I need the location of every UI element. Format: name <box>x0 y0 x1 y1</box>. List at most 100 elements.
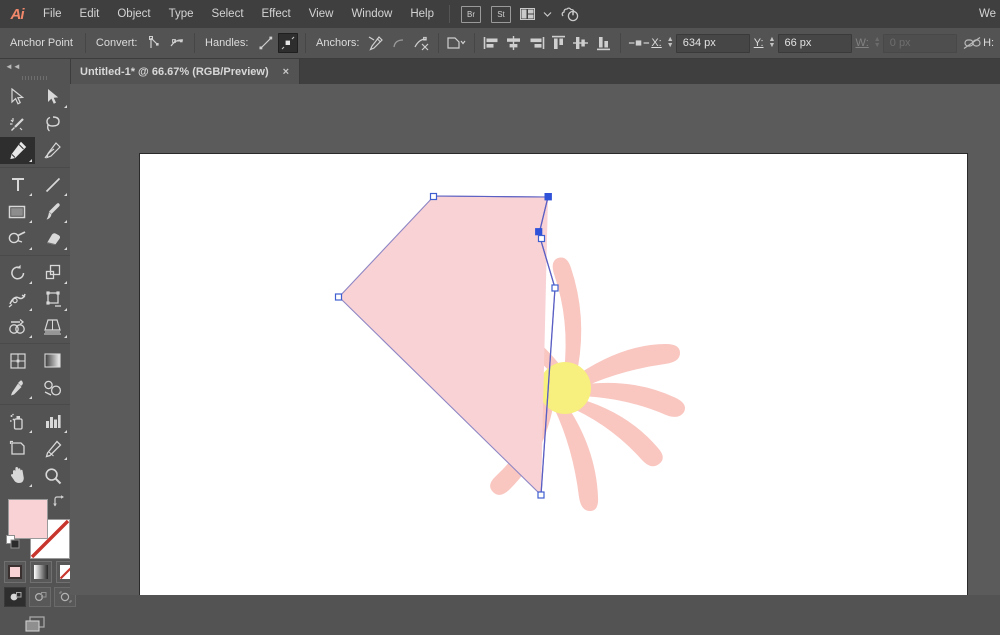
panel-drag-handle[interactable] <box>0 73 70 83</box>
anchor-left[interactable] <box>336 294 342 300</box>
height-label: H: <box>983 37 994 49</box>
gradient-tool[interactable] <box>35 347 70 374</box>
color-mode-row <box>4 561 78 583</box>
direct-selection-tool[interactable] <box>35 83 70 110</box>
menu-window[interactable]: Window <box>342 0 401 28</box>
change-screen-mode-button[interactable] <box>22 615 50 635</box>
y-stepper[interactable]: ▲▼ <box>767 34 778 52</box>
anchor-top-left[interactable] <box>431 194 437 200</box>
column-graph-tool[interactable] <box>35 408 70 435</box>
anchor-handle-upper[interactable] <box>536 229 542 235</box>
x-stepper[interactable]: ▲▼ <box>665 34 676 52</box>
magic-wand-tool[interactable] <box>0 110 35 137</box>
default-fill-stroke-icon[interactable] <box>6 535 20 549</box>
menu-view[interactable]: View <box>300 0 343 28</box>
rotate-tool[interactable] <box>0 259 35 286</box>
remove-anchor-icon[interactable] <box>366 33 386 53</box>
collapse-panel-icon[interactable]: ◄◄ <box>0 59 70 73</box>
anchor-mid-upper[interactable] <box>539 236 545 242</box>
gradient-mode-button[interactable] <box>30 561 52 583</box>
align-right-icon[interactable] <box>526 33 546 53</box>
symbol-sprayer-tool[interactable] <box>0 408 35 435</box>
stock-button[interactable]: St <box>491 6 511 23</box>
bridge-button[interactable]: Br <box>461 6 481 23</box>
hand-tool[interactable] <box>0 462 35 489</box>
width-tool[interactable] <box>0 286 35 313</box>
zoom-tool[interactable] <box>35 462 70 489</box>
creative-cloud-sync-icon[interactable] <box>560 5 580 23</box>
y-input[interactable]: 66 px <box>778 34 852 53</box>
menu-divider <box>449 5 450 23</box>
menu-object[interactable]: Object <box>108 0 159 28</box>
workspace-switcher[interactable]: We <box>979 8 996 20</box>
align-horizontal-center-icon[interactable] <box>504 33 524 53</box>
draw-behind-button[interactable] <box>29 587 51 607</box>
cut-path-icon[interactable] <box>411 33 431 53</box>
shaper-tool[interactable] <box>0 225 35 252</box>
chevron-down-icon[interactable] <box>543 11 552 18</box>
control-bar: Anchor Point Convert: Handles: Anchors: <box>0 28 1000 59</box>
document-tab-title: Untitled-1* @ 66.67% (RGB/Preview) <box>80 66 269 78</box>
x-input[interactable]: 634 px <box>676 34 750 53</box>
tool-divider <box>0 404 70 405</box>
transform-reference-icon[interactable] <box>628 33 650 53</box>
draw-normal-button[interactable] <box>4 587 26 607</box>
convert-to-smooth-icon[interactable] <box>167 33 187 53</box>
canvas-area[interactable] <box>70 84 1000 595</box>
connect-anchors-icon[interactable] <box>389 33 409 53</box>
kite-shape[interactable] <box>339 196 548 495</box>
artboard-tool[interactable] <box>0 435 35 462</box>
align-bottom-icon[interactable] <box>593 33 613 53</box>
control-divider <box>620 33 621 53</box>
width-label: W: <box>856 37 869 49</box>
menu-type[interactable]: Type <box>160 0 203 28</box>
unlink-dimensions-icon[interactable] <box>962 33 982 53</box>
close-icon[interactable]: × <box>283 66 289 78</box>
isolate-selected-object-icon[interactable] <box>446 33 466 53</box>
shape-builder-tool[interactable] <box>0 313 35 340</box>
perspective-grid-tool[interactable] <box>35 313 70 340</box>
control-divider <box>85 33 86 53</box>
scale-tool[interactable] <box>35 259 70 286</box>
pen-tool[interactable] <box>0 137 35 164</box>
fill-swatch[interactable] <box>8 499 48 539</box>
arrange-documents-icon[interactable] <box>520 8 535 20</box>
menu-file[interactable]: File <box>34 0 71 28</box>
align-top-icon[interactable] <box>548 33 568 53</box>
anchor-mid[interactable] <box>552 285 558 291</box>
hide-handles-icon[interactable] <box>278 33 298 53</box>
menu-select[interactable]: Select <box>203 0 253 28</box>
x-coordinate-field[interactable]: X: ▲▼ 634 px <box>651 34 749 53</box>
menu-help[interactable]: Help <box>401 0 443 28</box>
eyedropper-tool[interactable] <box>0 374 35 401</box>
document-tab[interactable]: Untitled-1* @ 66.67% (RGB/Preview) × <box>70 59 300 84</box>
tool-divider <box>0 167 70 168</box>
selection-tool[interactable] <box>0 83 35 110</box>
anchor-bottom[interactable] <box>538 492 544 498</box>
free-transform-tool[interactable] <box>35 286 70 313</box>
menu-effect[interactable]: Effect <box>253 0 300 28</box>
anchor-top-right[interactable] <box>545 194 551 200</box>
mesh-tool[interactable] <box>0 347 35 374</box>
convert-to-corner-icon[interactable] <box>144 33 164 53</box>
eraser-tool[interactable] <box>35 225 70 252</box>
blend-tool[interactable] <box>35 374 70 401</box>
type-tool[interactable] <box>0 171 35 198</box>
align-left-icon[interactable] <box>482 33 502 53</box>
convert-label: Convert: <box>96 37 138 49</box>
menu-edit[interactable]: Edit <box>71 0 109 28</box>
align-vertical-center-icon[interactable] <box>571 33 591 53</box>
document-tab-bar: Untitled-1* @ 66.67% (RGB/Preview) × <box>70 59 1000 84</box>
paintbrush-tool[interactable] <box>35 198 70 225</box>
show-handles-icon[interactable] <box>255 33 275 53</box>
lasso-tool[interactable] <box>35 110 70 137</box>
anchors-label: Anchors: <box>316 37 359 49</box>
color-mode-button[interactable] <box>4 561 26 583</box>
y-coordinate-field[interactable]: Y: ▲▼ 66 px <box>754 34 852 53</box>
line-segment-tool[interactable] <box>35 171 70 198</box>
swap-fill-stroke-icon[interactable] <box>52 495 66 509</box>
curvature-tool[interactable] <box>35 137 70 164</box>
slice-tool[interactable] <box>35 435 70 462</box>
artboard[interactable] <box>140 154 967 595</box>
rectangle-tool[interactable] <box>0 198 35 225</box>
